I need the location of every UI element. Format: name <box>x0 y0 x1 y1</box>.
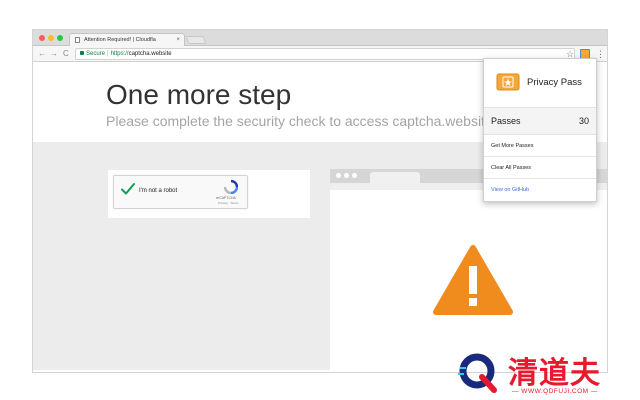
popup-title: Privacy Pass <box>527 77 582 88</box>
illustration-dot <box>352 173 357 178</box>
tab-active[interactable]: Attention Required! | Cloudfla × <box>69 33 185 46</box>
minimize-window-button[interactable] <box>48 35 54 41</box>
passes-count: 30 <box>578 116 589 126</box>
new-tab-button[interactable] <box>185 36 207 44</box>
q-logo-icon <box>458 353 497 393</box>
illustration-tab <box>370 172 420 183</box>
recaptcha-widget[interactable]: I'm not a robot reCAPTCHA Privacy - Term… <box>113 175 248 209</box>
tab-title: Attention Required! | Cloudfla <box>84 37 156 43</box>
close-window-button[interactable] <box>39 35 45 41</box>
passes-label: Passes <box>491 116 521 126</box>
recaptcha-brand: reCAPTCHA <box>216 196 236 200</box>
page-title: One more step <box>106 79 292 110</box>
view-on-github-link[interactable]: View on GitHub <box>484 179 596 201</box>
lock-icon <box>80 51 84 56</box>
page-subtitle: Please complete the security check to ac… <box>106 113 493 129</box>
maximize-window-button[interactable] <box>57 35 63 41</box>
privacy-pass-popup: Privacy Pass Passes 30 Get More Passes C… <box>483 58 597 202</box>
get-more-passes-button[interactable]: Get More Passes <box>484 135 596 157</box>
secure-label: Secure <box>86 51 106 57</box>
watermark-url: — WWW.QDFUJI.COM — <box>512 388 598 395</box>
ticket-icon <box>496 73 520 91</box>
url-scheme: https:// <box>110 51 129 57</box>
watermark: 清道夫 — WWW.QDFUJI.COM — <box>454 348 634 398</box>
back-button[interactable]: ← <box>38 48 46 60</box>
forward-button[interactable]: → <box>50 48 58 60</box>
tab-close-icon[interactable]: × <box>176 34 180 46</box>
passes-row: Passes 30 <box>484 107 596 135</box>
url-host: captcha.website <box>128 51 172 57</box>
illustration-dot <box>336 173 341 178</box>
recaptcha-links[interactable]: Privacy - Terms <box>218 201 239 205</box>
browser-window: Attention Required! | Cloudfla × ← → C S… <box>33 30 607 372</box>
popup-header: Privacy Pass <box>484 59 596 107</box>
document-icon <box>75 37 80 43</box>
illustration-dot <box>344 173 349 178</box>
watermark-text: 清道夫 <box>508 356 601 391</box>
reload-button[interactable]: C <box>63 48 69 60</box>
recaptcha-logo-icon <box>224 180 238 194</box>
browser-menu-button[interactable]: ⋮ <box>596 48 605 60</box>
checkmark-icon[interactable] <box>120 181 136 197</box>
tab-bar: Attention Required! | Cloudfla × <box>33 30 607 46</box>
clear-all-passes-button[interactable]: Clear All Passes <box>484 157 596 179</box>
address-separator: | <box>107 51 109 57</box>
warning-icon <box>433 245 513 315</box>
recaptcha-label: I'm not a robot <box>139 188 178 194</box>
